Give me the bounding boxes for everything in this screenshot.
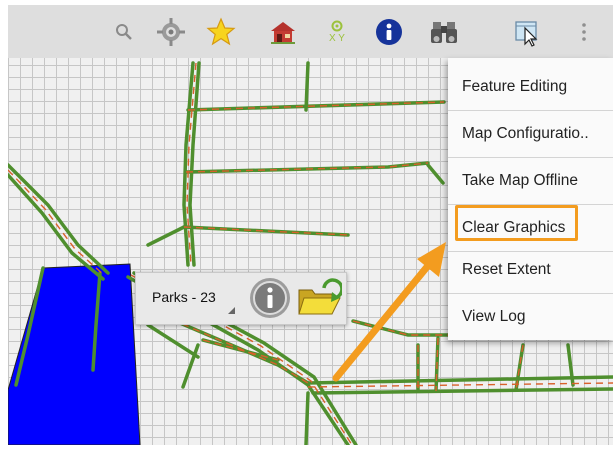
info-icon[interactable] — [371, 14, 407, 50]
clear-graphics-highlight-box — [455, 205, 578, 241]
basemap-icon[interactable] — [265, 14, 301, 50]
callout-dropdown-indicator — [228, 307, 235, 314]
menu-item-view-log[interactable]: View Log — [448, 293, 613, 340]
map-toolbar: X Y — [8, 5, 613, 58]
feature-callout: Parks - 23 — [135, 272, 347, 325]
callout-info-icon[interactable] — [248, 276, 292, 320]
park-polygon[interactable] — [8, 263, 141, 445]
menu-item-feature-editing[interactable]: Feature Editing — [448, 63, 613, 110]
gps-locate-icon[interactable] — [153, 14, 189, 50]
overflow-menu: Feature Editing Map Configuratio.. Take … — [448, 58, 613, 340]
callout-feature-label[interactable]: Parks - 23 — [152, 289, 216, 305]
menu-item-take-map-offline[interactable]: Take Map Offline — [448, 157, 613, 204]
select-cursor-icon[interactable] — [509, 14, 545, 50]
menu-item-reset-extent[interactable]: Reset Extent — [448, 246, 613, 293]
binoculars-icon[interactable] — [426, 14, 462, 50]
search-icon[interactable] — [106, 14, 142, 50]
bookmark-star-icon[interactable] — [203, 14, 239, 50]
menu-item-map-configuration[interactable]: Map Configuratio.. — [448, 110, 613, 157]
xy-label: X Y — [329, 33, 345, 44]
callout-open-folder-icon[interactable] — [296, 276, 344, 320]
screenshot-stage: X Y Feature Editing Map Configuratio.. T… — [0, 0, 613, 451]
overflow-menu-icon[interactable] — [572, 14, 596, 50]
xy-coordinates-icon[interactable]: X Y — [319, 14, 355, 50]
